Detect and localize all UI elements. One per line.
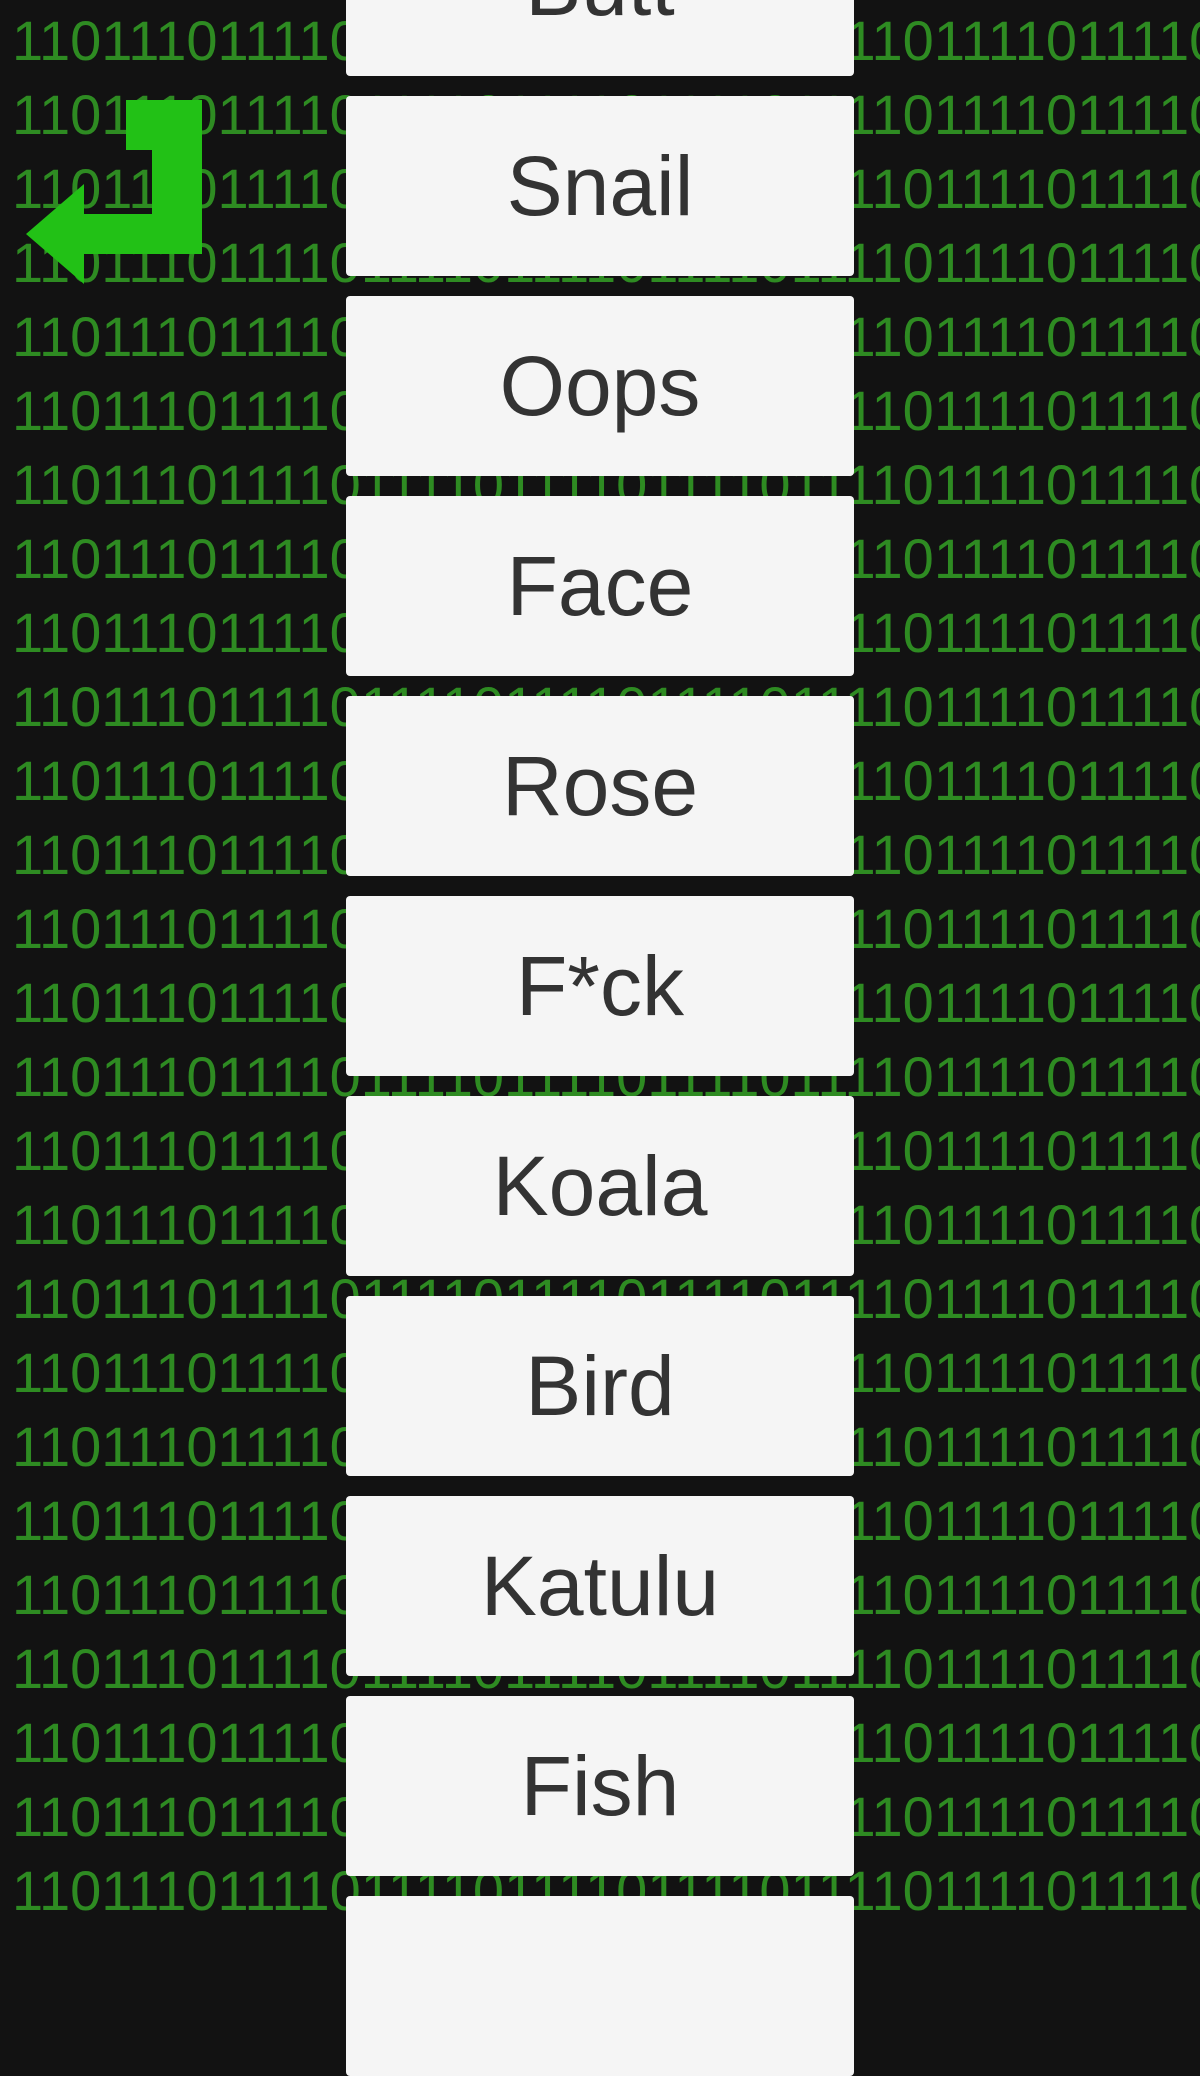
word-list: Butt Snail Oops Face Rose F*ck Koala Bir… xyxy=(346,0,854,2076)
word-button-fck[interactable]: F*ck xyxy=(346,896,854,1076)
word-button-face[interactable]: Face xyxy=(346,496,854,676)
word-button-fish[interactable]: Fish xyxy=(346,1696,854,1876)
word-button-koala[interactable]: Koala xyxy=(346,1096,854,1276)
word-button-butt[interactable]: Butt xyxy=(346,0,854,76)
return-arrow-icon xyxy=(22,96,212,286)
word-button-snail[interactable]: Snail xyxy=(346,96,854,276)
word-button-label: Koala xyxy=(492,1139,708,1233)
word-button-katulu[interactable]: Katulu xyxy=(346,1496,854,1676)
word-button-label: Bird xyxy=(525,1339,675,1433)
word-button-oops[interactable]: Oops xyxy=(346,296,854,476)
word-button-bird[interactable]: Bird xyxy=(346,1296,854,1476)
word-button-rose[interactable]: Rose xyxy=(346,696,854,876)
word-button-label: F*ck xyxy=(516,939,684,1033)
word-button-label: Butt xyxy=(525,0,674,28)
word-button-label: Fish xyxy=(520,1739,680,1833)
word-button-label: Face xyxy=(506,539,694,633)
word-button-partial[interactable] xyxy=(346,1896,854,2076)
word-button-label: Rose xyxy=(501,739,699,833)
word-button-label: Katulu xyxy=(480,1539,720,1633)
word-button-label: Oops xyxy=(499,339,701,433)
word-button-label: Snail xyxy=(506,139,694,233)
back-button[interactable] xyxy=(22,96,212,286)
